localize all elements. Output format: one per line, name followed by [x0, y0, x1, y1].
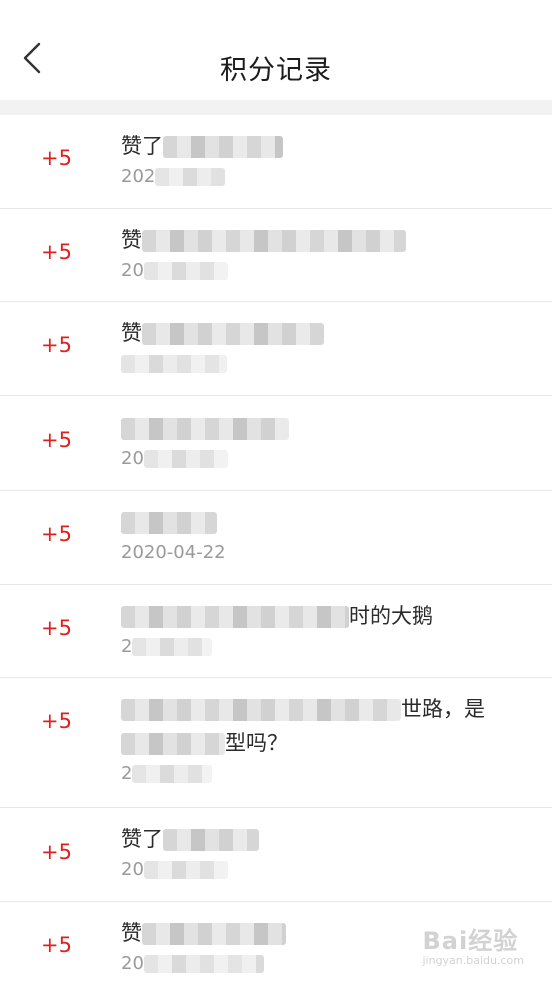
- redacted-title: [163, 829, 259, 851]
- points-value: +5: [41, 522, 72, 546]
- points-record-list[interactable]: +5 赞了 202 +5 赞 20 +5 赞 +5 20 +5 2020-04-…: [0, 115, 552, 992]
- list-item[interactable]: +5 赞了 202: [0, 115, 552, 209]
- record-date: 20: [121, 448, 144, 469]
- list-item[interactable]: +5 赞: [0, 302, 552, 396]
- redacted-date: [132, 765, 213, 783]
- record-date: 2020-04-22: [121, 542, 226, 563]
- record-date: 20: [121, 953, 144, 974]
- redacted-title: [121, 418, 289, 440]
- redacted-title: [121, 699, 401, 721]
- record-title: 赞: [121, 228, 142, 252]
- redacted-title: [163, 136, 283, 158]
- points-value: +5: [41, 333, 72, 357]
- redacted-date: [143, 861, 228, 879]
- record-title: 赞了: [121, 827, 163, 851]
- watermark-logo: Bai经验: [422, 927, 519, 955]
- record-title: 赞: [121, 321, 142, 345]
- redacted-date: [121, 355, 227, 373]
- record-title-tail: 世路，是: [401, 697, 485, 721]
- redacted-date: [143, 450, 228, 468]
- record-title-tail: 时的大鹅: [349, 604, 433, 628]
- points-value: +5: [41, 709, 72, 733]
- redacted-title: [142, 230, 406, 252]
- record-title-line2: 型吗？: [225, 731, 288, 755]
- redacted-title: [142, 923, 286, 945]
- section-divider: [0, 100, 552, 115]
- redacted-date: [143, 262, 228, 280]
- redacted-title-line2: [121, 733, 225, 755]
- redacted-title: [121, 512, 217, 534]
- points-value: +5: [41, 840, 72, 864]
- record-date: 20: [121, 859, 144, 880]
- list-item[interactable]: +5 时的大鹅 2: [0, 585, 552, 678]
- baidu-jingyan-watermark: Bai经验 jingyan.baidu.com: [422, 921, 524, 967]
- record-title: 赞了: [121, 134, 163, 158]
- list-item[interactable]: +5 世路，是 型吗？ 2: [0, 678, 552, 808]
- points-value: +5: [41, 240, 72, 264]
- redacted-date: [132, 638, 213, 656]
- record-title: 赞: [121, 921, 142, 945]
- page-title: 积分记录: [220, 55, 332, 86]
- points-value: +5: [41, 616, 72, 640]
- list-item[interactable]: +5 赞 20: [0, 209, 552, 302]
- points-value: +5: [41, 933, 72, 957]
- points-value: +5: [41, 428, 72, 452]
- points-value: +5: [41, 146, 72, 170]
- record-date: 2: [121, 636, 133, 657]
- list-item[interactable]: +5 赞了 20: [0, 808, 552, 902]
- record-date: 2: [121, 763, 133, 784]
- redacted-date: [143, 955, 264, 973]
- redacted-date: [155, 168, 226, 186]
- redacted-title: [121, 606, 349, 628]
- record-date: 202: [121, 166, 156, 187]
- record-date: 20: [121, 260, 144, 281]
- redacted-title: [142, 323, 324, 345]
- list-item[interactable]: +5 2020-04-22: [0, 491, 552, 585]
- header-bar: 积分记录: [0, 0, 552, 100]
- list-item[interactable]: +5 20: [0, 396, 552, 491]
- watermark-url: jingyan.baidu.com: [422, 954, 524, 967]
